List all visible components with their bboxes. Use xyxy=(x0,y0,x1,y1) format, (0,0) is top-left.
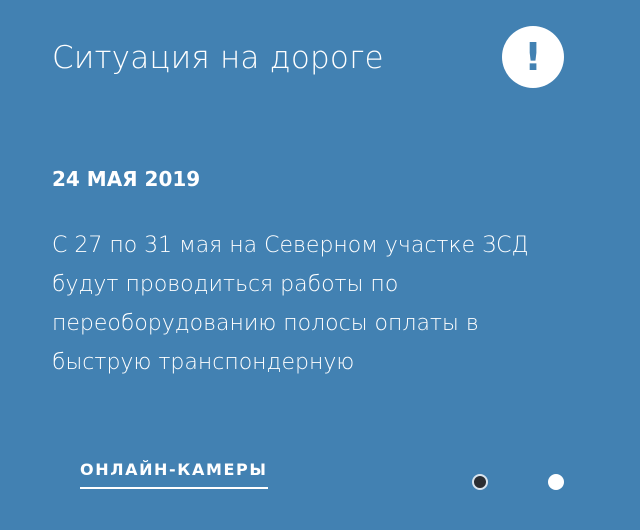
pager-dot-2[interactable] xyxy=(548,474,564,490)
widget-title: Ситуация на дороге xyxy=(52,40,384,76)
pager-dot-1[interactable] xyxy=(472,474,488,490)
online-cameras-link[interactable]: ОНЛАЙН-КАМЕРЫ xyxy=(80,459,268,489)
road-situation-widget: Ситуация на дороге ! 24 МАЯ 2019 С 27 по… xyxy=(0,0,640,530)
exclamation-icon: ! xyxy=(524,35,542,79)
news-text[interactable]: С 27 по 31 мая на Северном участке ЗСД б… xyxy=(52,226,552,382)
news-date: 24 МАЯ 2019 xyxy=(52,167,201,191)
alert-badge: ! xyxy=(502,26,564,88)
